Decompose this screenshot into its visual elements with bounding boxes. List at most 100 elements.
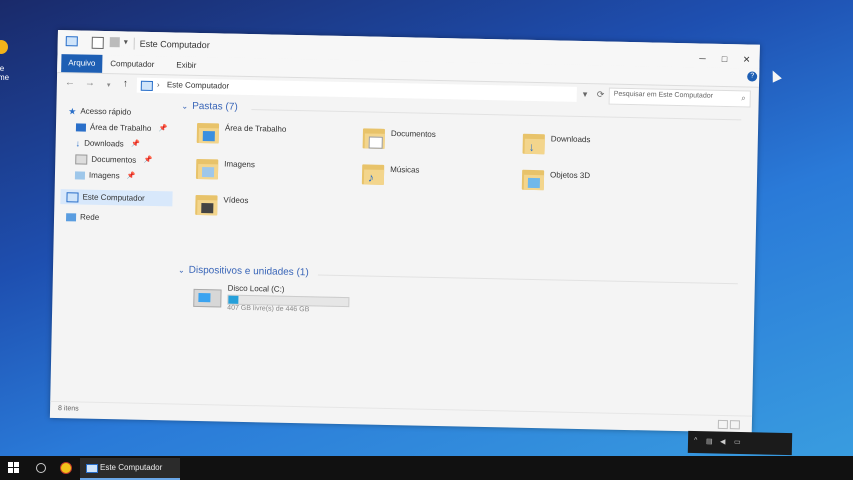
up-button[interactable]: ↑: [123, 78, 128, 89]
folder-3d-objects[interactable]: Objetos 3D: [520, 168, 681, 201]
tray-chevron-icon[interactable]: ^: [694, 437, 697, 444]
start-button[interactable]: [8, 462, 20, 474]
sidebar-item-label: Imagens: [88, 170, 120, 181]
properties-icon[interactable]: [91, 36, 104, 49]
desktop-edge-shortcut[interactable]: leme: [0, 30, 14, 90]
objects-3d-folder-icon: [520, 168, 545, 191]
address-dropdown-button[interactable]: ▾: [583, 89, 588, 100]
refresh-button[interactable]: ⟳: [597, 89, 605, 100]
folder-label: Vídeos: [223, 195, 249, 206]
drive-usage-fill: [228, 295, 239, 304]
taskbar-app-label: Este Computador: [100, 463, 163, 472]
this-pc-icon: [65, 36, 78, 47]
download-arrow-icon: ↓: [75, 138, 81, 149]
mouse-cursor: [768, 68, 782, 83]
folder-documents[interactable]: Documentos: [360, 126, 521, 159]
language-tray-icon[interactable]: ▭: [734, 438, 741, 446]
network-icon: [65, 213, 77, 222]
folder-label: Área de Trabalho: [224, 123, 287, 134]
desktop-app-icon[interactable]: [0, 40, 8, 54]
network-tray-icon[interactable]: ▤: [706, 437, 713, 445]
folder-label: Downloads: [550, 134, 591, 145]
cortana-icon[interactable]: [36, 463, 46, 473]
close-button[interactable]: ✕: [735, 54, 757, 65]
folder-videos[interactable]: Vídeos: [193, 193, 354, 226]
section-title: Pastas (7): [192, 100, 238, 113]
windows-logo-icon: [198, 293, 211, 303]
taskbar: Este Computador: [0, 456, 853, 480]
maximize-button[interactable]: □: [713, 54, 735, 64]
sidebar-item-downloads[interactable]: ↓ Downloads 📌: [75, 136, 140, 151]
new-folder-icon[interactable]: [109, 37, 120, 48]
pin-icon: 📌: [126, 172, 136, 180]
sidebar-item-desktop[interactable]: Área de Trabalho 📌: [75, 120, 167, 136]
pictures-folder-icon: [194, 157, 219, 180]
star-icon: ★: [68, 106, 77, 117]
search-placeholder: Pesquisar em Este Computador: [613, 90, 714, 100]
folder-label: Objetos 3D: [549, 170, 591, 181]
pin-icon: 📌: [143, 156, 153, 165]
back-button[interactable]: ←: [65, 77, 75, 88]
tab-exibir[interactable]: Exibir: [169, 56, 203, 75]
desktop-icon: [75, 123, 87, 132]
downloads-folder-icon: ↓: [521, 132, 545, 155]
sidebar-item-quick-access[interactable]: ★ Acesso rápido: [68, 104, 131, 119]
folder-desktop[interactable]: Área de Trabalho: [194, 121, 355, 154]
folder-pictures[interactable]: Imagens: [194, 157, 355, 190]
section-divider: [251, 109, 742, 121]
section-title: Dispositivos e unidades (1): [188, 264, 309, 279]
sidebar-item-label: Documentos: [91, 154, 137, 165]
minimize-button[interactable]: ─: [691, 53, 713, 63]
breadcrumb[interactable]: Este Computador: [167, 80, 229, 90]
item-count: 8 itens: [57, 405, 79, 413]
drive-c[interactable]: Disco Local (C:) 407 GB livre(s) de 446 …: [193, 283, 364, 319]
music-folder-icon: ♪: [360, 162, 385, 185]
hard-drive-icon: [193, 288, 222, 308]
sidebar-item-network[interactable]: Rede: [65, 210, 100, 225]
taskbar-app-file-explorer[interactable]: Este Computador: [80, 458, 180, 480]
forward-button[interactable]: →: [85, 78, 95, 89]
chevron-down-icon: ⌄: [177, 265, 185, 275]
help-button[interactable]: ?: [747, 71, 758, 82]
document-icon: [75, 154, 88, 165]
customize-toolbar-icon[interactable]: ▾: [124, 37, 134, 47]
title-separator: [133, 37, 135, 50]
desktop-folder-icon: [195, 121, 220, 144]
pin-icon: 📌: [130, 140, 140, 148]
folder-downloads[interactable]: ↓ Downloads: [520, 132, 681, 165]
system-tray: ^ ▤ ◀ ▭: [687, 430, 793, 456]
sidebar-item-pictures[interactable]: Imagens 📌: [74, 168, 136, 183]
desktop-shortcut-label: leme: [0, 64, 10, 82]
large-icons-view-icon[interactable]: [729, 420, 740, 430]
folder-label: Documentos: [390, 128, 436, 139]
drive-label: Disco Local (C:): [227, 283, 285, 294]
navigation-pane: ★ Acesso rápido Área de Trabalho 📌 ↓ Downlo…: [50, 98, 178, 404]
breadcrumb-separator[interactable]: ›: [157, 80, 160, 89]
sidebar-item-this-pc[interactable]: Este Computador: [66, 190, 145, 206]
sidebar-item-label: Área de Trabalho: [89, 122, 152, 133]
sidebar-item-label: Acesso rápido: [80, 106, 132, 117]
this-pc-icon: [140, 80, 153, 91]
window-title: Este Computador: [139, 38, 210, 51]
search-icon: ⌕: [741, 93, 746, 103]
pictures-icon: [74, 171, 86, 180]
section-divider: [317, 274, 738, 285]
sidebar-item-label: Rede: [79, 212, 100, 222]
tab-computador[interactable]: Computador: [103, 55, 161, 74]
chrome-icon[interactable]: [60, 462, 72, 474]
this-pc-icon: [86, 464, 98, 473]
sidebar-item-label: Downloads: [84, 138, 124, 149]
documents-folder-icon: [361, 126, 386, 149]
folder-music[interactable]: ♪ Músicas: [360, 162, 521, 195]
recent-locations-button[interactable]: ▾: [107, 81, 111, 89]
pin-icon: 📌: [158, 125, 168, 133]
details-view-icon[interactable]: [717, 419, 728, 430]
volume-tray-icon[interactable]: ◀: [720, 438, 726, 446]
folder-label: Imagens: [224, 159, 256, 170]
sidebar-item-documents[interactable]: Documentos 📌: [75, 152, 152, 167]
search-input[interactable]: Pesquisar em Este Computador ⌕: [608, 87, 751, 108]
tab-arquivo[interactable]: Arquivo: [61, 54, 103, 73]
chevron-down-icon: ⌄: [181, 101, 189, 111]
sidebar-item-label: Este Computador: [82, 192, 145, 203]
folder-label: Músicas: [390, 164, 420, 175]
